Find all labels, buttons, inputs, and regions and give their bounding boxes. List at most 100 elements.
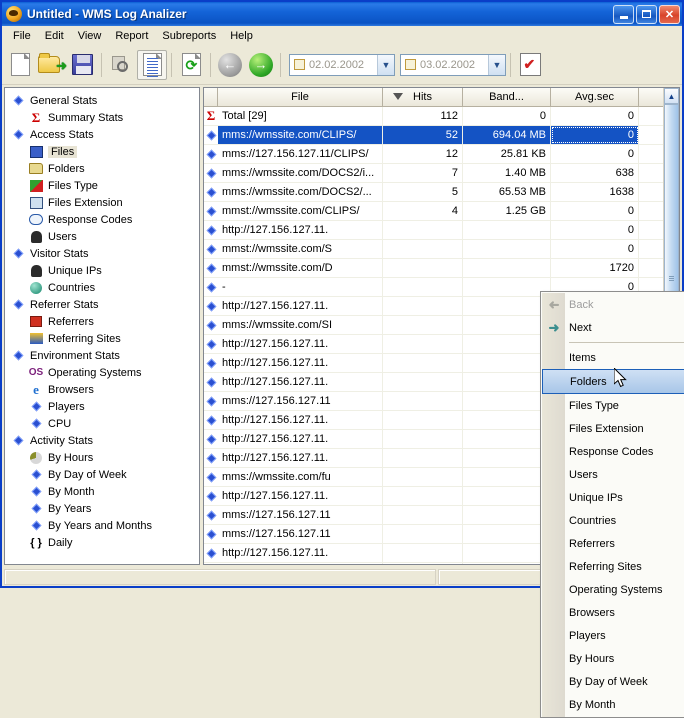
sidebar-item-files-type[interactable]: Files Type bbox=[9, 177, 197, 194]
context-menu-item-next[interactable]: ➜NextAlt+-> bbox=[541, 316, 684, 339]
sidebar-item-by-years[interactable]: By Years bbox=[9, 500, 197, 517]
context-menu-item-countries[interactable]: CountriesAlt+C bbox=[541, 509, 684, 532]
sidebar-item-referrer-stats[interactable]: Referrer Stats bbox=[9, 296, 197, 313]
table-row[interactable]: ΣTotal [29]11200 bbox=[204, 107, 679, 126]
print-preview-button[interactable] bbox=[106, 50, 136, 80]
context-menu-item-folders[interactable]: FoldersAlt+D bbox=[542, 369, 684, 394]
menu-help[interactable]: Help bbox=[223, 28, 260, 44]
context-menu-item-players[interactable]: Players bbox=[541, 624, 684, 647]
cell-hits bbox=[383, 525, 463, 543]
cell-band bbox=[463, 563, 551, 564]
cell-hits bbox=[383, 487, 463, 505]
table-row[interactable]: mms://wmssite.com/CLIPS/52694.04 MB0 bbox=[204, 126, 679, 145]
chevron-down-icon[interactable]: ▼ bbox=[377, 55, 394, 75]
sigma-icon: Σ bbox=[204, 107, 218, 125]
sidebar-item-by-day-of-week[interactable]: By Day of Week bbox=[9, 466, 197, 483]
sidebar-item-summary-stats[interactable]: ΣSummary Stats bbox=[9, 109, 197, 126]
context-menu-item-response-codes[interactable]: Response CodesAlt+R bbox=[541, 440, 684, 463]
table-row[interactable]: mmst://wmssite.com/CLIPS/41.25 GB0 bbox=[204, 202, 679, 221]
calendar-swatch-icon bbox=[405, 59, 416, 70]
sidebar-item-folders[interactable]: Folders bbox=[9, 160, 197, 177]
sidebar-item-general-stats[interactable]: General Stats bbox=[9, 92, 197, 109]
sidebar-item-label: Operating Systems bbox=[48, 367, 142, 379]
context-menu-item-referring-sites[interactable]: Referring SitesAlt+E bbox=[541, 555, 684, 578]
grid-header-avg[interactable]: Avg.sec bbox=[551, 88, 639, 106]
sidebar-item-players[interactable]: Players bbox=[9, 398, 197, 415]
sidebar-item-activity-stats[interactable]: Activity Stats bbox=[9, 432, 197, 449]
minimize-button[interactable] bbox=[613, 5, 634, 24]
sidebar-item-referrers[interactable]: Referrers bbox=[9, 313, 197, 330]
table-row[interactable]: mmst://wmssite.com/D1720 bbox=[204, 259, 679, 278]
table-row[interactable]: mms://wmssite.com/DOCS2/i...71.40 MB638 bbox=[204, 164, 679, 183]
grid-header-hits[interactable]: Hits bbox=[383, 88, 463, 106]
generate-report-button[interactable]: ✔ bbox=[515, 50, 545, 80]
table-row[interactable]: mms://127.156.127.11/CLIPS/1225.81 KB0 bbox=[204, 145, 679, 164]
cell-file: mms://127.156.127.11 bbox=[218, 525, 383, 543]
menu-report[interactable]: Report bbox=[108, 28, 155, 44]
sidebar-item-by-hours[interactable]: By Hours bbox=[9, 449, 197, 466]
sidebar-item-response-codes[interactable]: Response Codes bbox=[9, 211, 197, 228]
sidebar-item-unique-ips[interactable]: Unique IPs bbox=[9, 262, 197, 279]
context-menu-item-unique-ips[interactable]: Unique IPsAlt+Q bbox=[541, 486, 684, 509]
chevron-down-icon[interactable]: ▼ bbox=[488, 55, 505, 75]
sidebar-item-operating-systems[interactable]: OSOperating Systems bbox=[9, 364, 197, 381]
back-button[interactable]: ← bbox=[215, 50, 245, 80]
refresh-button[interactable]: ⟳ bbox=[176, 50, 206, 80]
cell-band bbox=[463, 259, 551, 277]
scroll-up-button[interactable]: ▲ bbox=[664, 88, 679, 104]
sidebar-item-by-month[interactable]: By Month bbox=[9, 483, 197, 500]
save-button[interactable] bbox=[67, 50, 97, 80]
close-button[interactable]: ✕ bbox=[659, 5, 680, 24]
menu-view[interactable]: View bbox=[71, 28, 109, 44]
table-row[interactable]: http://127.156.127.11.0 bbox=[204, 221, 679, 240]
stats-tree[interactable]: General StatsΣSummary StatsAccess StatsF… bbox=[5, 88, 199, 553]
diamond-icon bbox=[204, 335, 218, 353]
context-menu-item-label: Next bbox=[569, 322, 684, 334]
pie-icon bbox=[27, 450, 45, 465]
diamond-icon bbox=[204, 525, 218, 543]
sidebar-item-browsers[interactable]: eBrowsers bbox=[9, 381, 197, 398]
context-menu-item-referrers[interactable]: ReferrersAlt+F bbox=[541, 532, 684, 555]
subreports-context-menu[interactable]: ➜BackAlt+<-➜NextAlt+->ItemsAlt+IFoldersA… bbox=[540, 291, 684, 718]
context-menu-item-operating-systems[interactable]: Operating Systems bbox=[541, 578, 684, 601]
date-to-picker[interactable]: 03.02.2002 ▼ bbox=[400, 54, 506, 76]
diamond-icon bbox=[9, 348, 27, 363]
context-menu-item-files-type[interactable]: Files TypeAlt+T bbox=[541, 394, 684, 417]
table-row[interactable]: mmst://wmssite.com/S0 bbox=[204, 240, 679, 259]
menu-edit[interactable]: Edit bbox=[38, 28, 71, 44]
sidebar-item-by-years-and-months[interactable]: By Years and Months bbox=[9, 517, 197, 534]
open-folder-button[interactable]: ➜ bbox=[36, 50, 66, 80]
grid-header-file[interactable]: File bbox=[218, 88, 383, 106]
date-from-picker[interactable]: 02.02.2002 ▼ bbox=[289, 54, 395, 76]
maximize-button[interactable] bbox=[636, 5, 657, 24]
context-menu-item-by-month[interactable]: By Month bbox=[541, 693, 684, 716]
sidebar-item-label: Referring Sites bbox=[48, 333, 121, 345]
report-page-button[interactable] bbox=[137, 50, 167, 80]
context-menu-item-users[interactable]: UsersAlt+U bbox=[541, 463, 684, 486]
sidebar-item-files[interactable]: Files bbox=[9, 143, 197, 160]
sidebar-item-environment-stats[interactable]: Environment Stats bbox=[9, 347, 197, 364]
navigation-sidebar[interactable]: General StatsΣSummary StatsAccess StatsF… bbox=[4, 87, 200, 565]
sidebar-item-cpu[interactable]: CPU bbox=[9, 415, 197, 432]
sidebar-item-files-extension[interactable]: Files Extension bbox=[9, 194, 197, 211]
sidebar-item-visitor-stats[interactable]: Visitor Stats bbox=[9, 245, 197, 262]
context-menu-item-browsers[interactable]: BrowsersAlt+B bbox=[541, 601, 684, 624]
sidebar-item-daily[interactable]: { }Daily bbox=[9, 534, 197, 551]
sidebar-item-users[interactable]: Users bbox=[9, 228, 197, 245]
sidebar-item-referring-sites[interactable]: Referring Sites bbox=[9, 330, 197, 347]
cell-hits bbox=[383, 278, 463, 296]
context-menu-item-items[interactable]: ItemsAlt+I bbox=[541, 346, 684, 369]
context-menu-item-by-hours[interactable]: By Hours bbox=[541, 647, 684, 670]
grid-header-band[interactable]: Band... bbox=[463, 88, 551, 106]
data-grid-pane: File Hits Band... Avg.sec ΣTotal [29]112… bbox=[203, 87, 680, 565]
new-document-button[interactable] bbox=[5, 50, 35, 80]
menu-subreports[interactable]: Subreports bbox=[155, 28, 223, 44]
context-menu-item-by-day-of-week[interactable]: By Day of WeekAlt+W bbox=[541, 670, 684, 693]
context-menu-item-files-extension[interactable]: Files ExtensionAlt+X bbox=[541, 417, 684, 440]
sidebar-item-access-stats[interactable]: Access Stats bbox=[9, 126, 197, 143]
menu-file[interactable]: File bbox=[6, 28, 38, 44]
table-row[interactable]: mms://wmssite.com/DOCS2/...565.53 MB1638 bbox=[204, 183, 679, 202]
forward-button[interactable]: → bbox=[246, 50, 276, 80]
sidebar-item-countries[interactable]: Countries bbox=[9, 279, 197, 296]
cell-band: 0 bbox=[463, 107, 551, 125]
